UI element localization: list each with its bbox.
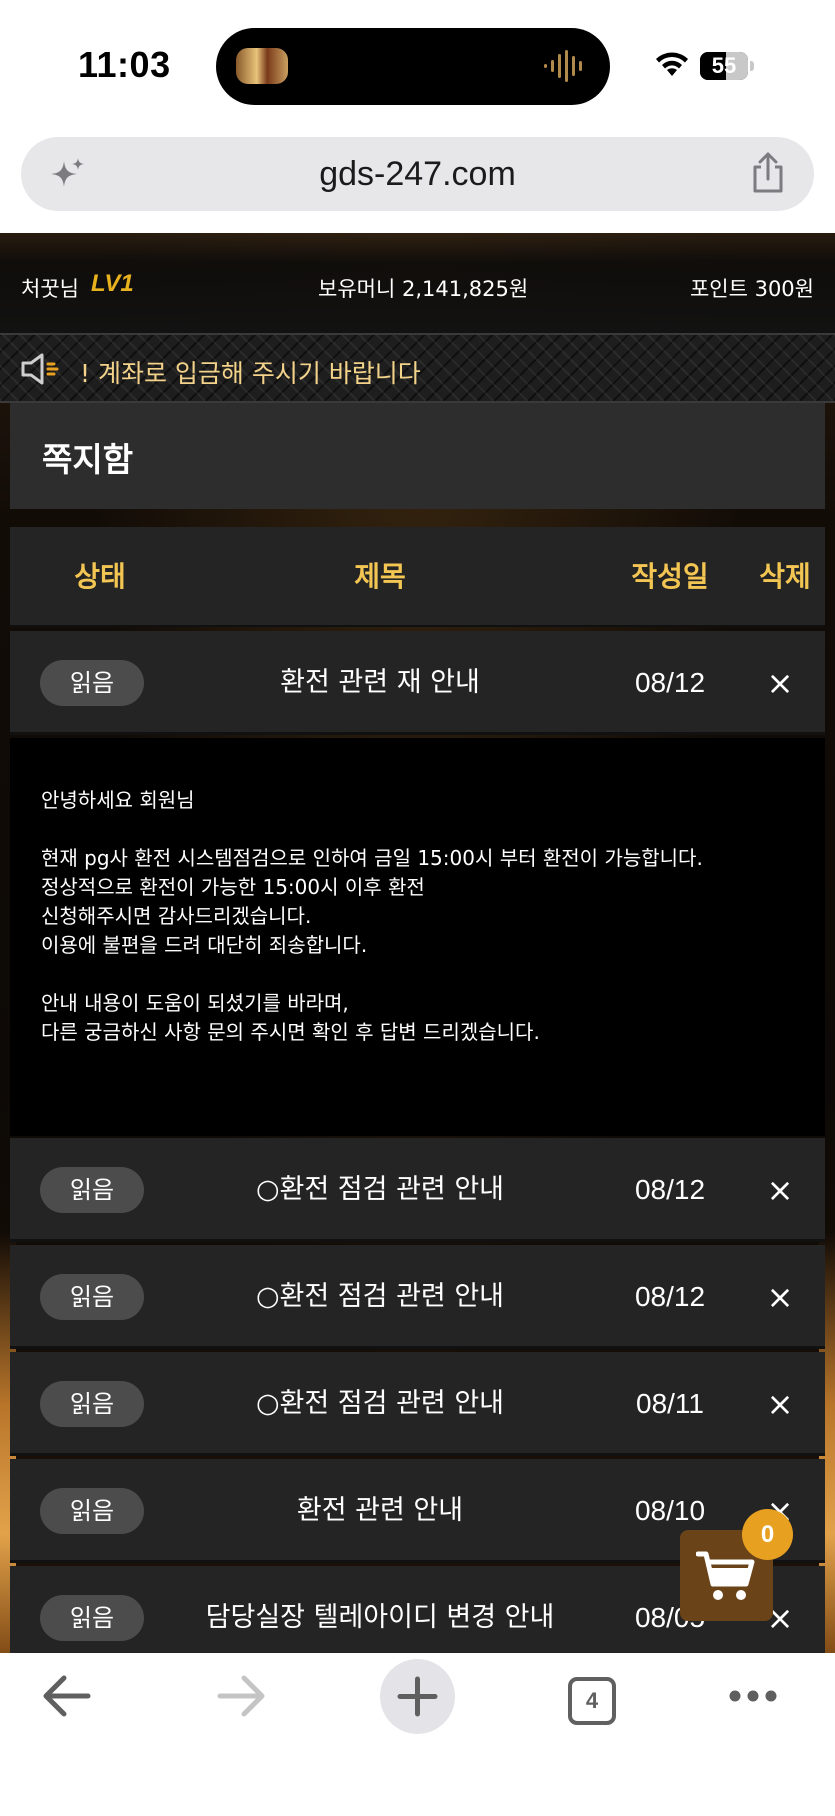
message-title[interactable]: 환전 관련 안내	[160, 1459, 600, 1563]
header-title: 제목	[354, 560, 406, 593]
header-date: 작성일	[631, 560, 709, 593]
back-arrow-icon[interactable]	[40, 1673, 92, 1719]
table-header: 상태 제목 작성일 삭제	[10, 527, 825, 627]
site-content: 처꿋님 LV1 보유머니 2,141,825원 포인트 300원 ! 계좌로 입…	[0, 233, 835, 1653]
dynamic-island	[216, 28, 610, 105]
message-title[interactable]: ○환전 점검 관련 안내	[160, 1352, 600, 1456]
tabs-icon[interactable]: 4	[568, 1677, 616, 1725]
cart-count-badge[interactable]: 0	[742, 1509, 793, 1560]
message-line: 안녕하세요 회원님	[41, 788, 195, 812]
user-info-bar: 처꿋님 LV1 보유머니 2,141,825원 포인트 300원	[0, 233, 835, 333]
message-title[interactable]: ○환전 점검 관련 안내	[160, 1138, 600, 1242]
table-row[interactable]: 읽음 ○환전 점검 관련 안내 08/12 ×	[10, 1245, 825, 1349]
status-time: 11:03	[78, 44, 171, 85]
close-icon[interactable]: ×	[750, 1245, 810, 1349]
battery-percent: 55	[711, 53, 737, 78]
status-badge: 읽음	[40, 660, 144, 706]
close-icon[interactable]: ×	[750, 631, 810, 735]
notice-ticker: ! 계좌로 입금해 주시기 바랍니다	[0, 333, 835, 403]
more-icon[interactable]	[728, 1689, 778, 1703]
table-row[interactable]: 읽음 환전 관련 재 안내 08/12 ×	[10, 631, 825, 735]
message-date: 08/12	[634, 1174, 706, 1205]
user-money: 보유머니 2,141,825원	[318, 277, 529, 301]
user-nickname: 처꿋님	[21, 277, 79, 301]
now-playing-artwork	[236, 48, 288, 84]
speaker-icon	[21, 353, 59, 385]
header-status: 상태	[74, 560, 126, 593]
message-line: 이용에 불편을 드려 대단히 죄송합니다.	[41, 933, 368, 957]
close-icon[interactable]: ×	[750, 1138, 810, 1242]
message-title[interactable]: 담당실장 텔레아이디 변경 안내	[160, 1566, 600, 1653]
forward-arrow-icon[interactable]	[216, 1673, 268, 1719]
message-line: 정상적으로 환전이 가능한 15:00시 이후 환전	[41, 875, 425, 899]
table-row[interactable]: 읽음 ○환전 점검 관련 안내 08/11 ×	[10, 1352, 825, 1456]
page-header: 쪽지함	[10, 403, 825, 509]
message-line: 안내 내용이 도움이 되셨기를 바라며,	[41, 991, 349, 1015]
share-icon[interactable]	[748, 151, 788, 195]
message-title[interactable]: ○환전 점검 관련 안내	[160, 1245, 600, 1349]
message-title[interactable]: 환전 관련 재 안내	[160, 631, 600, 735]
battery-tip	[750, 61, 754, 71]
header-delete: 삭제	[759, 560, 811, 593]
user-level: LV1	[91, 270, 134, 297]
new-tab-button[interactable]	[380, 1659, 455, 1734]
message-line: 신청해주시면 감사드리겠습니다.	[41, 904, 312, 928]
message-line: 다른 궁금하신 사항 문의 주시면 확인 후 답변 드리겠습니다.	[41, 1020, 540, 1044]
status-badge: 읽음	[40, 1488, 144, 1534]
address-bar[interactable]: gds-247.com	[21, 137, 814, 211]
message-body: 안녕하세요 회원님 현재 pg사 환전 시스템점검으로 인하여 금일 15:00…	[10, 738, 825, 1136]
battery-icon: 55	[700, 52, 748, 80]
status-bar: 11:03 55 gds-247.com	[0, 0, 835, 211]
page-title: 쪽지함	[42, 440, 134, 479]
status-badge: 읽음	[40, 1274, 144, 1320]
table-row[interactable]: 읽음 ○환전 점검 관련 안내 08/12 ×	[10, 1138, 825, 1242]
message-date: 08/12	[634, 667, 706, 698]
close-icon[interactable]: ×	[750, 1352, 810, 1456]
message-date: 08/11	[636, 1388, 704, 1419]
browser-toolbar: 4	[0, 1653, 835, 1816]
message-date: 08/12	[634, 1281, 706, 1312]
message-line: 현재 pg사 환전 시스템점검으로 인하여 금일 15:00시 부터 환전이 가…	[41, 846, 703, 870]
user-points: 포인트 300원	[689, 277, 814, 301]
notice-text: ! 계좌로 입금해 주시기 바랍니다	[80, 359, 421, 388]
url-text[interactable]: gds-247.com	[21, 137, 814, 211]
wifi-icon	[656, 52, 688, 76]
plus-icon[interactable]	[397, 1676, 438, 1717]
status-badge: 읽음	[40, 1595, 144, 1641]
status-badge: 읽음	[40, 1381, 144, 1427]
cart-icon[interactable]	[696, 1548, 756, 1604]
audio-wave-icon	[544, 50, 582, 82]
status-badge: 읽음	[40, 1167, 144, 1213]
